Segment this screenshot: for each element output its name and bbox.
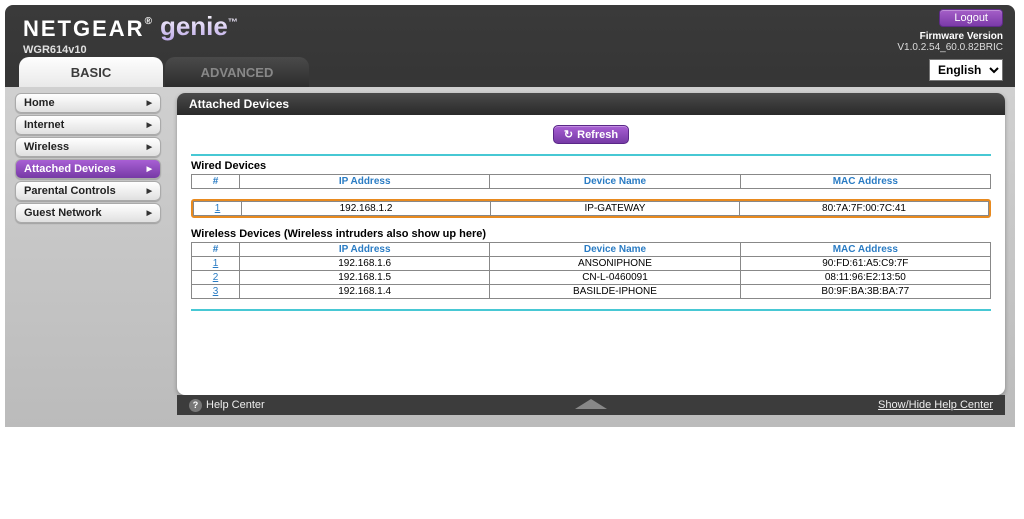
col-mac: MAC Address xyxy=(740,175,990,189)
table-row: 3 192.168.1.4 BASILDE-IPHONE B0:9F:BA:3B… xyxy=(192,285,991,299)
main-area: Attached Devices ↻ Refresh Wired Devices xyxy=(177,93,1005,415)
cell-mac: 08:11:96:E2:13:50 xyxy=(740,271,990,285)
cell-name: ANSONIPHONE xyxy=(490,257,740,271)
divider xyxy=(191,309,991,311)
sidebar-item-label: Internet xyxy=(24,119,64,131)
firmware-version: Firmware Version V1.0.2.54_60.0.82BRIC xyxy=(897,31,1003,53)
col-mac: MAC Address xyxy=(740,243,990,257)
panel-title: Attached Devices xyxy=(177,93,1005,115)
sidebar-item-parental-controls[interactable]: Parental Controls xyxy=(15,181,161,201)
tab-advanced[interactable]: ADVANCED xyxy=(165,57,309,87)
cell-mac: 90:FD:61:A5:C9:7F xyxy=(740,257,990,271)
wired-table: 1 192.168.1.2 IP-GATEWAY 80:7A:7F:00:7C:… xyxy=(193,201,989,216)
cell-ip: 192.168.1.2 xyxy=(242,202,491,216)
refresh-wrap: ↻ Refresh xyxy=(191,125,991,144)
help-icon: ? xyxy=(189,399,202,412)
cell-idx[interactable]: 1 xyxy=(194,202,242,216)
refresh-icon: ↻ xyxy=(564,128,573,141)
cell-mac: B0:9F:BA:3B:BA:77 xyxy=(740,285,990,299)
col-num: # xyxy=(192,243,240,257)
cell-ip: 192.168.1.4 xyxy=(240,285,490,299)
wired-heading: Wired Devices xyxy=(191,160,991,172)
table-row: 1 192.168.1.2 IP-GATEWAY 80:7A:7F:00:7C:… xyxy=(194,202,989,216)
sidebar: Home Internet Wireless Attached Devices … xyxy=(15,93,161,225)
col-ip: IP Address xyxy=(240,243,490,257)
help-center-button[interactable]: ? Help Center xyxy=(189,399,265,412)
wired-header-table: # IP Address Device Name MAC Address xyxy=(191,174,991,189)
cell-ip: 192.168.1.5 xyxy=(240,271,490,285)
wireless-table: # IP Address Device Name MAC Address 1 1… xyxy=(191,242,991,299)
cell-name: CN-L-0460091 xyxy=(490,271,740,285)
cell-idx[interactable]: 3 xyxy=(192,285,240,299)
wireless-heading: Wireless Devices (Wireless intruders als… xyxy=(191,228,991,240)
topbar: NETGEAR® genie™ WGR614v10 Logout Firmwar… xyxy=(5,5,1015,55)
divider xyxy=(191,154,991,156)
wired-highlight: 1 192.168.1.2 IP-GATEWAY 80:7A:7F:00:7C:… xyxy=(191,199,991,218)
col-name: Device Name xyxy=(490,243,740,257)
page: NETGEAR® genie™ WGR614v10 Logout Firmwar… xyxy=(5,5,1015,427)
sidebar-item-label: Attached Devices xyxy=(24,163,116,175)
logout-button[interactable]: Logout xyxy=(939,9,1003,27)
sidebar-item-wireless[interactable]: Wireless xyxy=(15,137,161,157)
sidebar-item-internet[interactable]: Internet xyxy=(15,115,161,135)
cell-idx[interactable]: 2 xyxy=(192,271,240,285)
sidebar-item-label: Parental Controls xyxy=(24,185,116,197)
brand-genie: genie™ xyxy=(160,11,238,42)
sidebar-item-label: Wireless xyxy=(24,141,69,153)
body: Home Internet Wireless Attached Devices … xyxy=(5,87,1015,427)
sidebar-item-label: Guest Network xyxy=(24,207,102,219)
firmware-label: Firmware Version xyxy=(920,31,1003,42)
help-bar: ? Help Center Show/Hide Help Center xyxy=(177,395,1005,415)
col-num: # xyxy=(192,175,240,189)
refresh-label: Refresh xyxy=(577,129,618,141)
table-row: 2 192.168.1.5 CN-L-0460091 08:11:96:E2:1… xyxy=(192,271,991,285)
table-header-row: # IP Address Device Name MAC Address xyxy=(192,243,991,257)
col-ip: IP Address xyxy=(240,175,490,189)
tab-row: BASIC ADVANCED English xyxy=(5,55,1015,87)
brand: NETGEAR® genie™ xyxy=(23,11,1003,42)
panel: Attached Devices ↻ Refresh Wired Devices xyxy=(177,93,1005,395)
language-select[interactable]: English xyxy=(929,59,1003,81)
cell-ip: 192.168.1.6 xyxy=(240,257,490,271)
tab-basic[interactable]: BASIC xyxy=(19,57,163,87)
expand-arrow-icon[interactable] xyxy=(575,399,607,409)
firmware-value: V1.0.2.54_60.0.82BRIC xyxy=(897,42,1003,53)
help-center-label: Help Center xyxy=(206,399,265,411)
language-selector[interactable]: English xyxy=(929,59,1003,81)
show-hide-help-link[interactable]: Show/Hide Help Center xyxy=(878,399,993,411)
table-row: 1 192.168.1.6 ANSONIPHONE 90:FD:61:A5:C9… xyxy=(192,257,991,271)
panel-body: ↻ Refresh Wired Devices # IP Address Dev… xyxy=(177,115,1005,395)
sidebar-item-attached-devices[interactable]: Attached Devices xyxy=(15,159,161,179)
sidebar-item-label: Home xyxy=(24,97,55,109)
brand-netgear: NETGEAR® xyxy=(23,16,154,42)
sidebar-item-guest-network[interactable]: Guest Network xyxy=(15,203,161,223)
col-name: Device Name xyxy=(490,175,740,189)
cell-mac: 80:7A:7F:00:7C:41 xyxy=(740,202,989,216)
cell-name: BASILDE-IPHONE xyxy=(490,285,740,299)
refresh-button[interactable]: ↻ Refresh xyxy=(553,125,629,144)
cell-idx[interactable]: 1 xyxy=(192,257,240,271)
cell-name: IP-GATEWAY xyxy=(491,202,740,216)
sidebar-item-home[interactable]: Home xyxy=(15,93,161,113)
table-header-row: # IP Address Device Name MAC Address xyxy=(192,175,991,189)
